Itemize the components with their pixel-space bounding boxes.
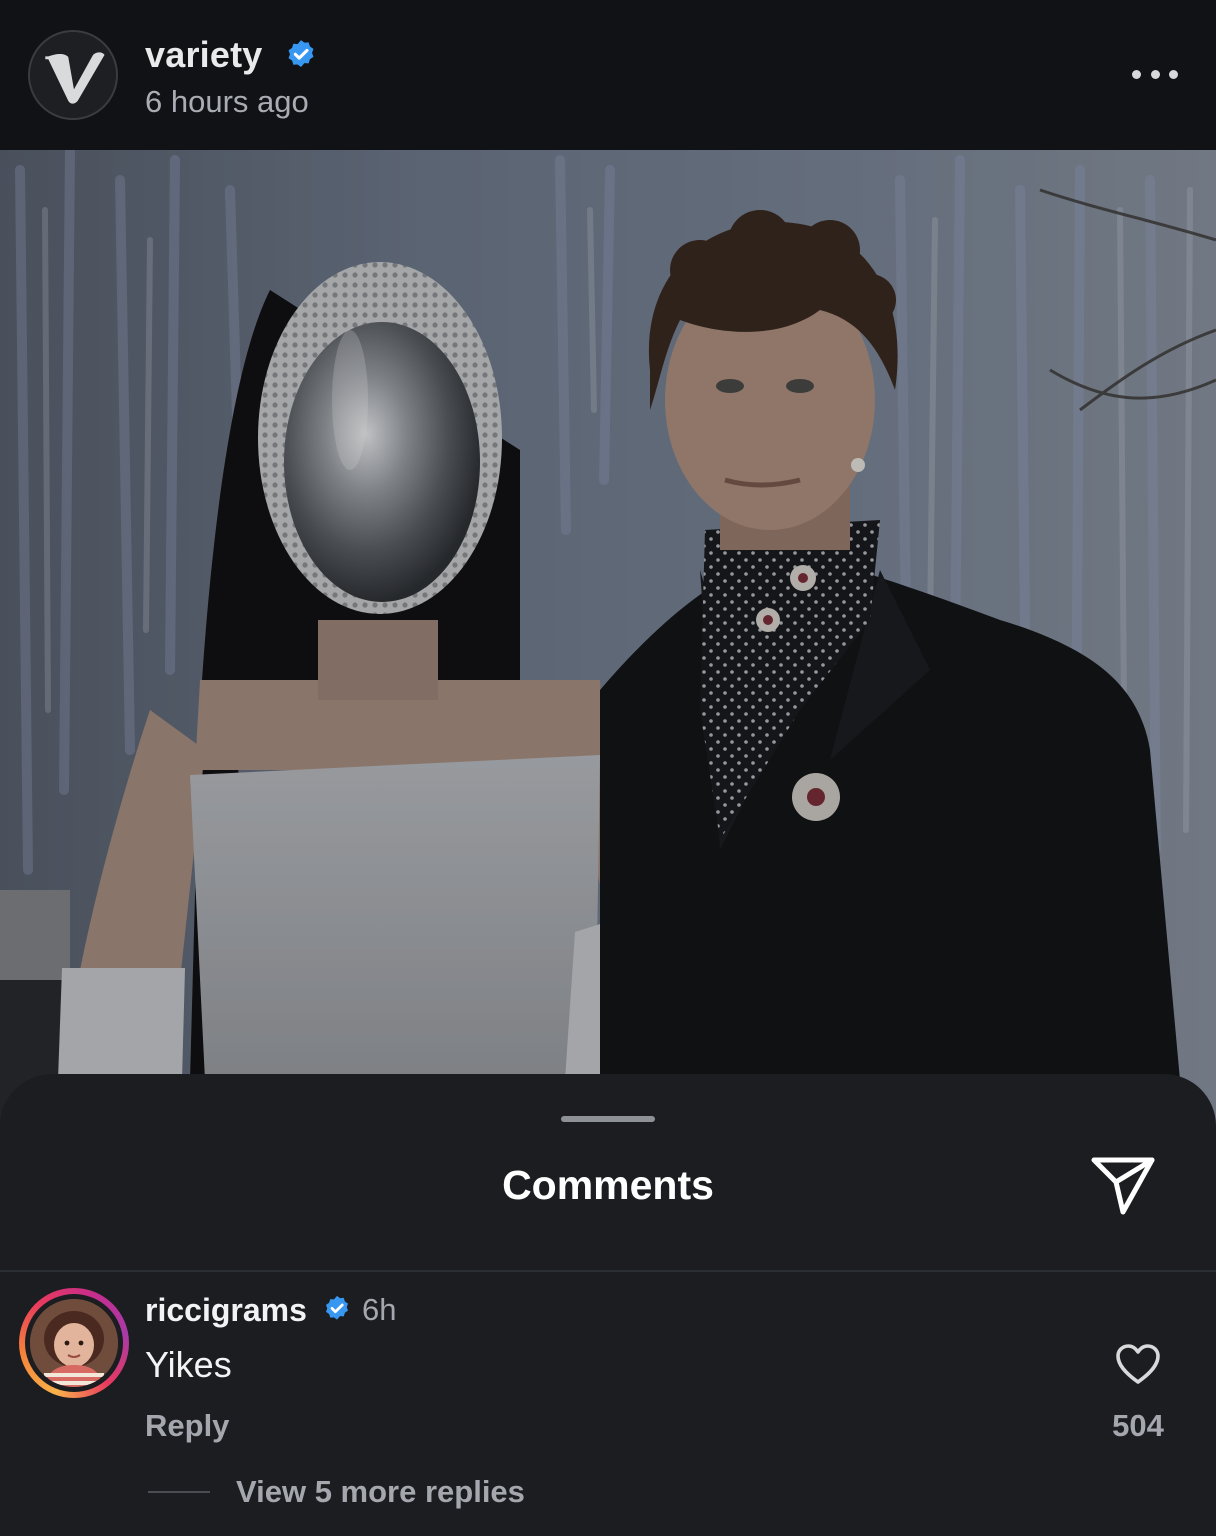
replies-connector-line: [148, 1491, 210, 1493]
comment-text: Yikes: [145, 1344, 232, 1385]
child-portrait-image: [30, 1299, 118, 1387]
post-photo[interactable]: [0, 150, 1216, 1150]
variety-avatar[interactable]: [28, 30, 118, 120]
like-button[interactable]: [1114, 1342, 1162, 1386]
more-options-button[interactable]: [1132, 56, 1178, 92]
story-ring[interactable]: [19, 1288, 129, 1398]
red-carpet-photo: [0, 150, 1216, 1150]
commenter-username[interactable]: riccigrams: [145, 1292, 307, 1329]
instagram-post-screen: variety 6 hours ago Comments riccigrams …: [0, 0, 1216, 1536]
verified-badge-icon: [288, 40, 314, 68]
like-count: 504: [1112, 1408, 1164, 1443]
comments-title: Comments: [502, 1162, 714, 1208]
send-icon: [1091, 1157, 1155, 1215]
comment-timestamp: 6h: [362, 1292, 397, 1327]
share-button[interactable]: [1088, 1154, 1158, 1218]
post-header: variety 6 hours ago: [0, 0, 1216, 150]
post-timestamp: 6 hours ago: [145, 84, 309, 119]
commenter-avatar: [30, 1299, 118, 1387]
reply-button[interactable]: Reply: [145, 1408, 229, 1444]
sheet-drag-handle[interactable]: [561, 1116, 655, 1122]
more-horizontal-icon: [1132, 69, 1141, 79]
sheet-divider: [0, 1270, 1216, 1272]
comments-sheet: Comments riccigrams 6h Yikes Reply 504 V…: [0, 1074, 1216, 1536]
variety-logo-icon: [30, 32, 116, 118]
verified-badge-icon: [326, 1295, 348, 1320]
view-more-replies-button[interactable]: View 5 more replies: [236, 1474, 525, 1510]
heart-icon: [1116, 1344, 1160, 1384]
post-username[interactable]: variety: [145, 34, 263, 76]
